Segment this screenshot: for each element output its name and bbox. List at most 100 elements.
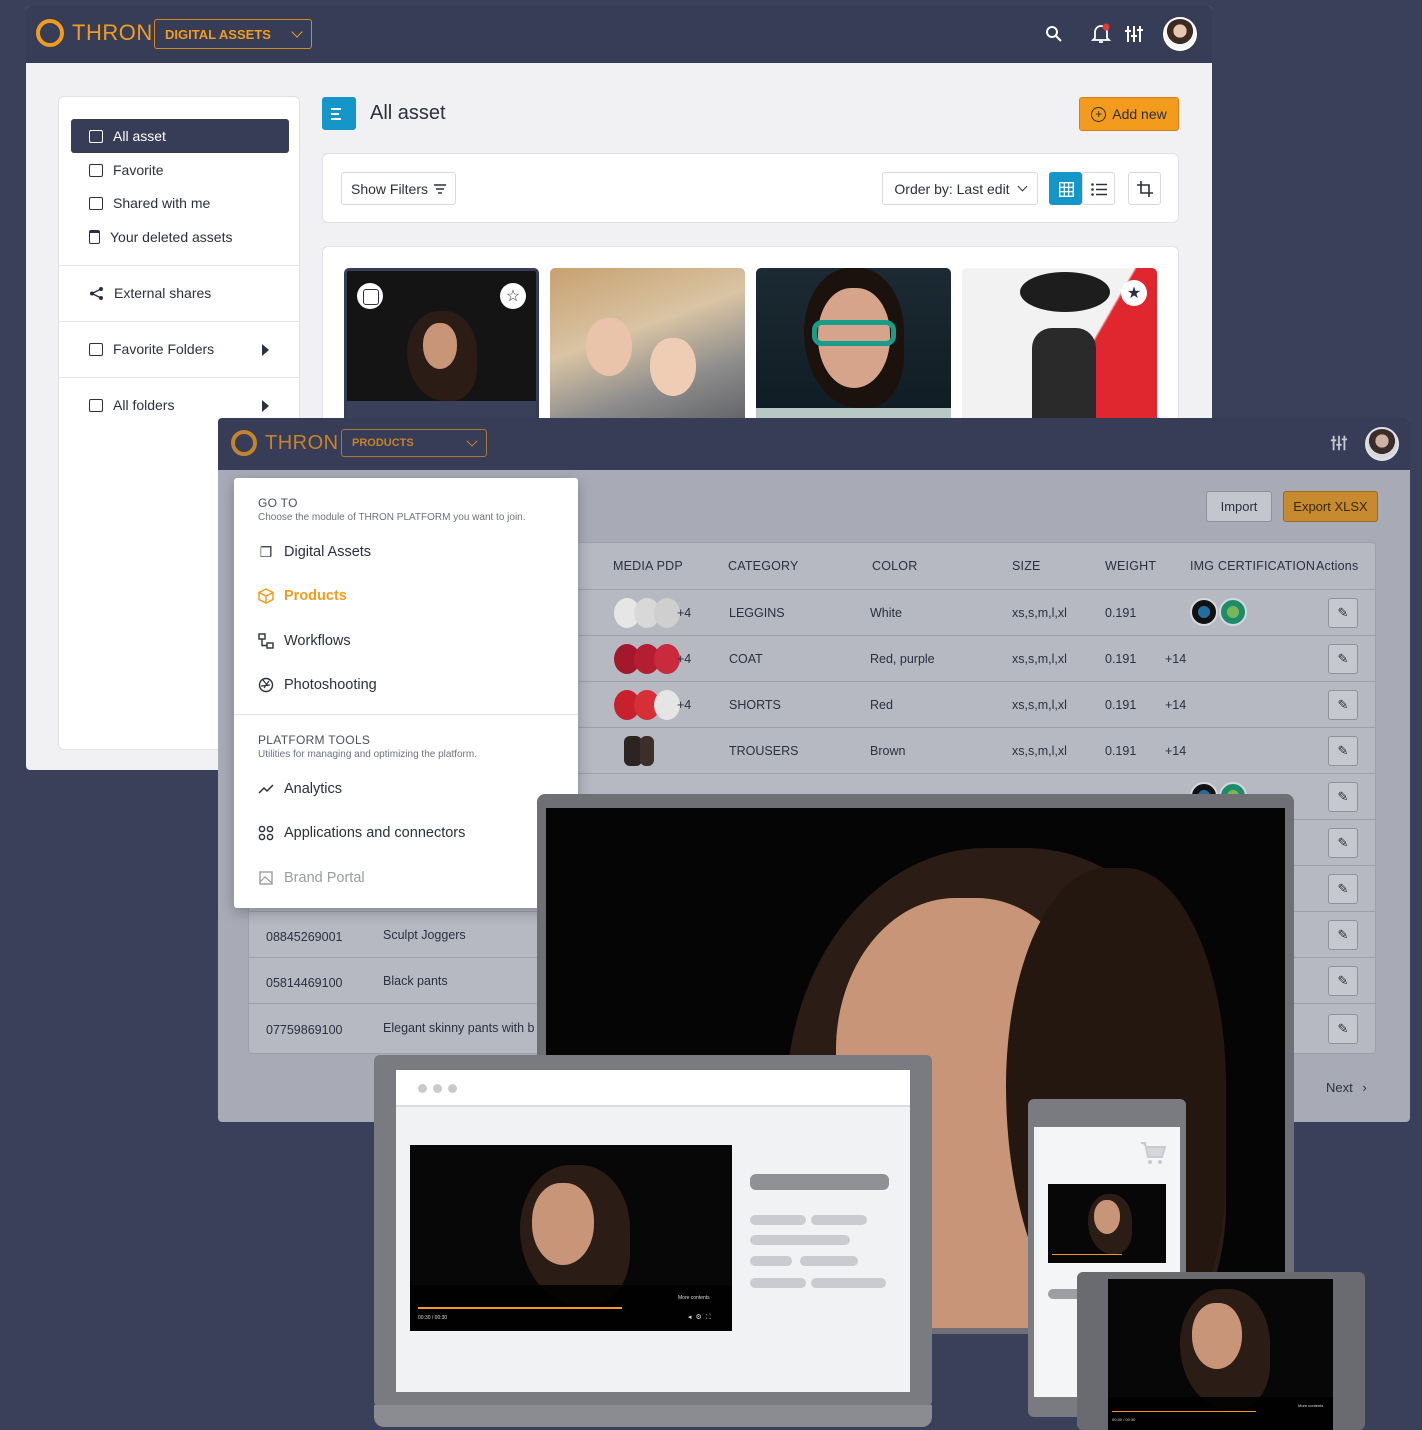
show-filters-button[interactable]: Show Filters bbox=[341, 172, 456, 205]
sidebar-item-all-folders[interactable]: All folders bbox=[71, 388, 289, 422]
product-code-cell: 07759869100 bbox=[266, 1023, 343, 1037]
player-icons[interactable]: ◂⚙⛶ bbox=[688, 1313, 715, 1322]
thumb-image bbox=[423, 323, 457, 369]
notification-bell-icon[interactable] bbox=[1091, 23, 1111, 45]
placeholder-line bbox=[800, 1256, 858, 1266]
grid-view-button[interactable] bbox=[1049, 172, 1082, 205]
settings-sliders-icon[interactable] bbox=[1330, 434, 1348, 452]
video-player[interactable]: More contents 00:30 / 00:30 bbox=[1108, 1279, 1333, 1430]
sidebar-item-external-shares[interactable]: External shares bbox=[71, 276, 289, 310]
column-header-weight: WEIGHT bbox=[1105, 559, 1157, 573]
import-button[interactable]: Import bbox=[1206, 491, 1272, 522]
settings-sliders-icon[interactable] bbox=[1124, 24, 1144, 44]
asset-thumbnail[interactable]: ☆ bbox=[344, 268, 539, 428]
search-icon[interactable] bbox=[1045, 25, 1063, 43]
progress-bar[interactable] bbox=[1112, 1411, 1256, 1412]
thron-logo[interactable]: THRON bbox=[36, 19, 153, 47]
workflow-icon bbox=[258, 633, 274, 649]
module-select[interactable]: DIGITAL ASSETS bbox=[154, 19, 312, 49]
sidebar-item-all-asset[interactable]: All asset bbox=[71, 119, 289, 153]
export-xlsx-button[interactable]: Export XLSX bbox=[1283, 491, 1378, 522]
expand-arrow-icon[interactable] bbox=[262, 400, 269, 412]
logo-ring-icon bbox=[231, 430, 257, 456]
order-by-select[interactable]: Order by: Last edit bbox=[882, 172, 1038, 205]
plus-circle-icon: + bbox=[1091, 106, 1107, 122]
edit-button[interactable]: ✎ bbox=[1328, 690, 1358, 720]
video-frame bbox=[1094, 1200, 1120, 1234]
divider bbox=[59, 321, 299, 322]
menu-item-digital-assets[interactable]: ❐ Digital Assets bbox=[258, 544, 371, 561]
edit-button[interactable]: ✎ bbox=[1328, 920, 1358, 950]
fairtrade-badge bbox=[1190, 598, 1218, 626]
video-player[interactable] bbox=[1048, 1184, 1166, 1263]
eco-badge bbox=[1219, 598, 1247, 626]
edit-button[interactable]: ✎ bbox=[1328, 1014, 1358, 1044]
placeholder-title bbox=[750, 1174, 889, 1190]
cart-icon[interactable] bbox=[1140, 1141, 1166, 1165]
divider bbox=[59, 377, 299, 378]
menu-item-applications[interactable]: Applications and connectors bbox=[258, 825, 465, 841]
list-view-button[interactable] bbox=[1082, 172, 1115, 205]
next-page-button[interactable]: Next › bbox=[1326, 1080, 1367, 1095]
user-avatar[interactable] bbox=[1163, 17, 1197, 51]
column-header-color: COLOR bbox=[872, 559, 918, 573]
menu-item-products[interactable]: Products bbox=[258, 588, 347, 604]
star-outline-icon[interactable]: ☆ bbox=[500, 283, 526, 309]
color-cell: Red, purple bbox=[870, 652, 935, 666]
video-player[interactable]: More contents 00:30 / 00:30 ◂⚙⛶ bbox=[410, 1145, 732, 1331]
placeholder-line bbox=[750, 1235, 850, 1245]
edit-button[interactable]: ✎ bbox=[1328, 966, 1358, 996]
edit-button[interactable]: ✎ bbox=[1328, 782, 1358, 812]
menu-section-subtitle: Choose the module of THRON PLATFORM you … bbox=[258, 512, 526, 523]
menu-item-analytics[interactable]: Analytics bbox=[258, 781, 342, 797]
collapse-sidebar-button[interactable] bbox=[322, 97, 356, 130]
progress-bar[interactable] bbox=[418, 1307, 622, 1309]
menu-item-brand-portal[interactable]: Brand Portal bbox=[258, 870, 365, 886]
size-cell: xs,s,m,l,xl bbox=[1012, 606, 1067, 620]
menu-item-photoshooting[interactable]: Photoshooting bbox=[258, 677, 377, 693]
progress-bar[interactable] bbox=[1052, 1254, 1122, 1255]
sidebar-item-favorite[interactable]: Favorite bbox=[71, 153, 289, 187]
user-avatar[interactable] bbox=[1365, 427, 1399, 461]
placeholder-line bbox=[750, 1256, 792, 1266]
product-code-cell: 05814469100 bbox=[266, 976, 343, 990]
sidebar-item-label: Your deleted assets bbox=[110, 229, 233, 245]
sidebar-item-deleted-assets[interactable]: Your deleted assets bbox=[71, 220, 289, 254]
thron-logo[interactable]: THRON bbox=[231, 430, 339, 456]
star-filled-icon[interactable]: ★ bbox=[1121, 280, 1147, 306]
category-cell: TROUSERS bbox=[729, 744, 799, 758]
product-name-cell: Sculpt Joggers bbox=[383, 928, 466, 942]
asset-thumbnail[interactable]: ★ bbox=[962, 268, 1157, 428]
window-dot bbox=[433, 1084, 442, 1093]
media-more-count: +4 bbox=[677, 652, 692, 666]
browser-window: More contents 00:30 / 00:30 ◂⚙⛶ bbox=[396, 1070, 910, 1392]
cert-more-count: +14 bbox=[1165, 744, 1187, 758]
edit-button[interactable]: ✎ bbox=[1328, 644, 1358, 674]
asset-thumbnail[interactable] bbox=[550, 268, 745, 428]
product-code-cell: 08845269001 bbox=[266, 930, 343, 944]
edit-button[interactable]: ✎ bbox=[1328, 828, 1358, 858]
video-frame bbox=[532, 1183, 594, 1265]
logo-text: THRON bbox=[72, 20, 153, 45]
edit-button[interactable]: ✎ bbox=[1328, 874, 1358, 904]
player-controls bbox=[1108, 1397, 1333, 1430]
product-name-cell: Elegant skinny pants with b bbox=[383, 1021, 535, 1035]
module-select[interactable]: PRODUCTS bbox=[341, 429, 487, 457]
chevron-down-icon bbox=[466, 435, 478, 447]
add-new-button[interactable]: + Add new bbox=[1079, 97, 1179, 131]
asset-thumbnail[interactable] bbox=[756, 268, 951, 428]
edit-button[interactable]: ✎ bbox=[1328, 598, 1358, 628]
more-contents-label[interactable]: More contents bbox=[1298, 1403, 1323, 1408]
share-icon bbox=[90, 286, 103, 300]
sidebar-item-favorite-folders[interactable]: Favorite Folders bbox=[71, 332, 289, 366]
sidebar-item-shared-with-me[interactable]: Shared with me bbox=[71, 186, 289, 220]
top-bar: THRON PRODUCTS bbox=[218, 418, 1410, 470]
add-new-label: Add new bbox=[1112, 106, 1167, 122]
menu-item-workflows[interactable]: Workflows bbox=[258, 633, 351, 649]
expand-arrow-icon[interactable] bbox=[262, 344, 269, 356]
selected-checkbox-icon[interactable] bbox=[357, 283, 383, 309]
sidebar-item-label: Favorite Folders bbox=[113, 341, 215, 357]
crop-button[interactable] bbox=[1128, 172, 1161, 205]
more-contents-label[interactable]: More contents bbox=[678, 1295, 710, 1301]
edit-button[interactable]: ✎ bbox=[1328, 736, 1358, 766]
